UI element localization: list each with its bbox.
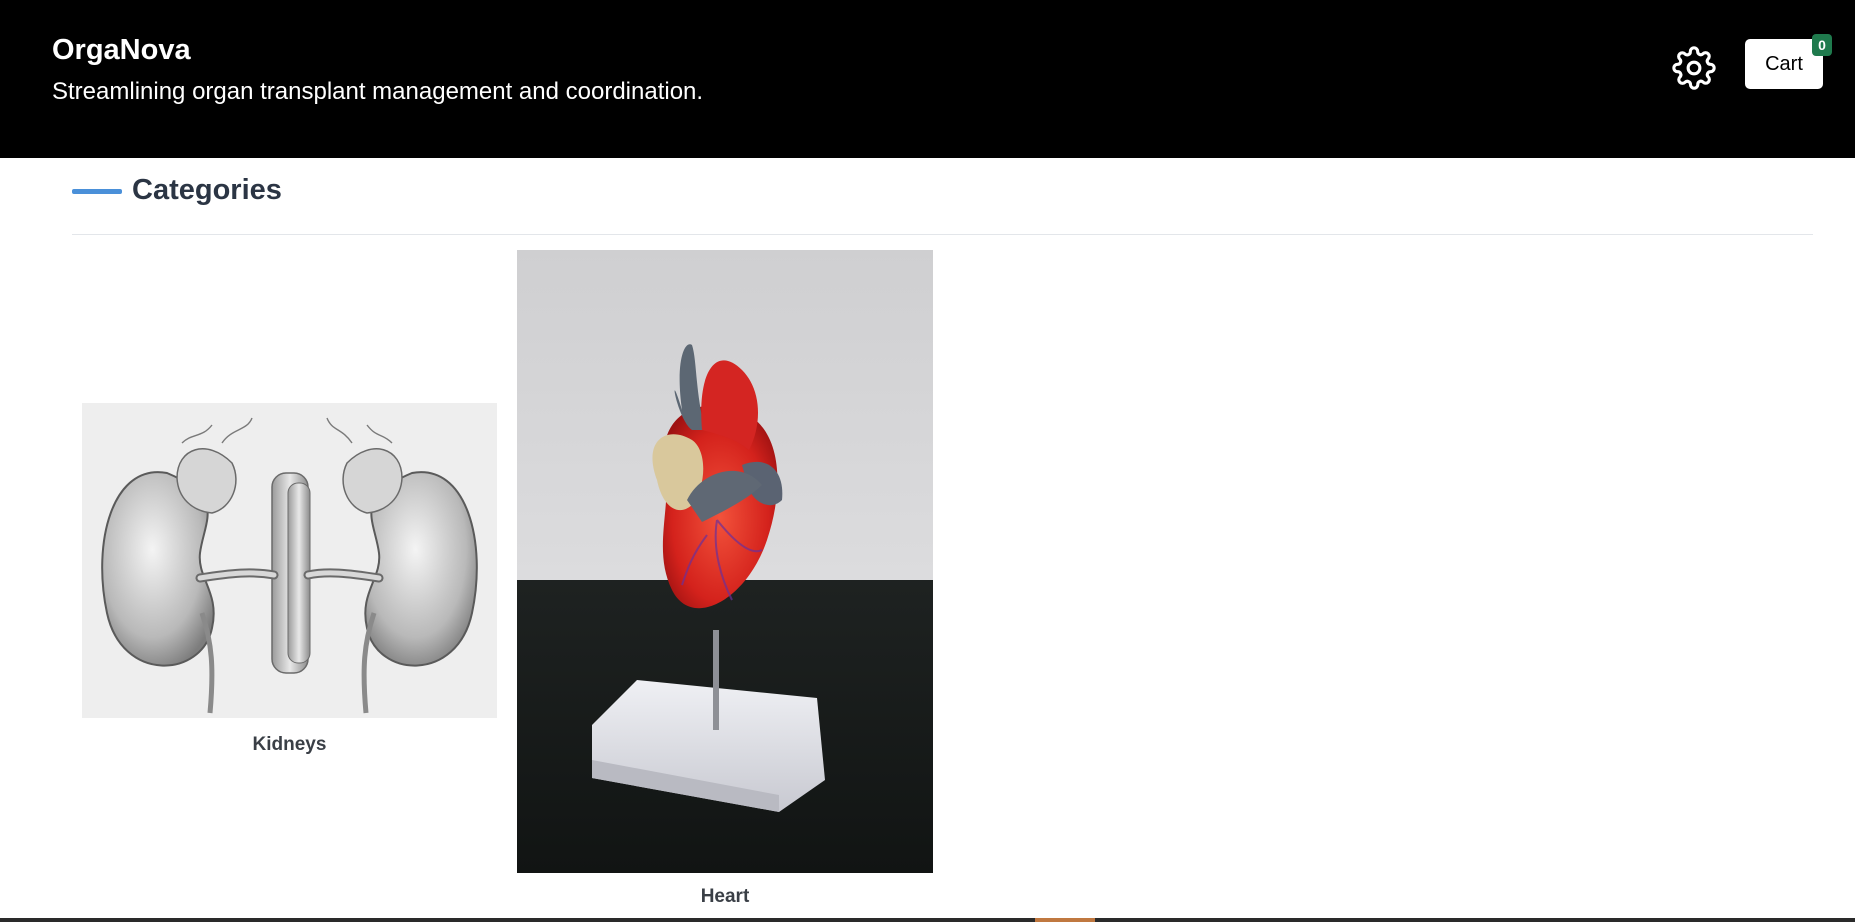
- kidneys-image: [82, 403, 497, 718]
- bottom-edge-accent: [1035, 918, 1095, 922]
- cart-count-badge: 0: [1812, 34, 1832, 56]
- settings-button[interactable]: [1672, 46, 1716, 90]
- section-accent-bar: [72, 189, 122, 194]
- category-card-kidneys[interactable]: Kidneys: [82, 403, 497, 758]
- site-header: OrgaNova Streamlining organ transplant m…: [0, 0, 1855, 158]
- brand-tagline: Streamlining organ transplant management…: [52, 78, 704, 105]
- categories-section-header: Categories: [72, 170, 1813, 235]
- category-card-heart[interactable]: Heart: [517, 250, 933, 912]
- heart-image: [517, 250, 933, 873]
- section-title: Categories: [132, 174, 282, 206]
- bottom-edge-strip: [0, 918, 1855, 922]
- gear-icon: [1672, 46, 1716, 90]
- brand-title: OrgaNova: [52, 34, 191, 66]
- category-label-kidneys: Kidneys: [252, 734, 327, 755]
- category-label-heart: Heart: [700, 886, 750, 907]
